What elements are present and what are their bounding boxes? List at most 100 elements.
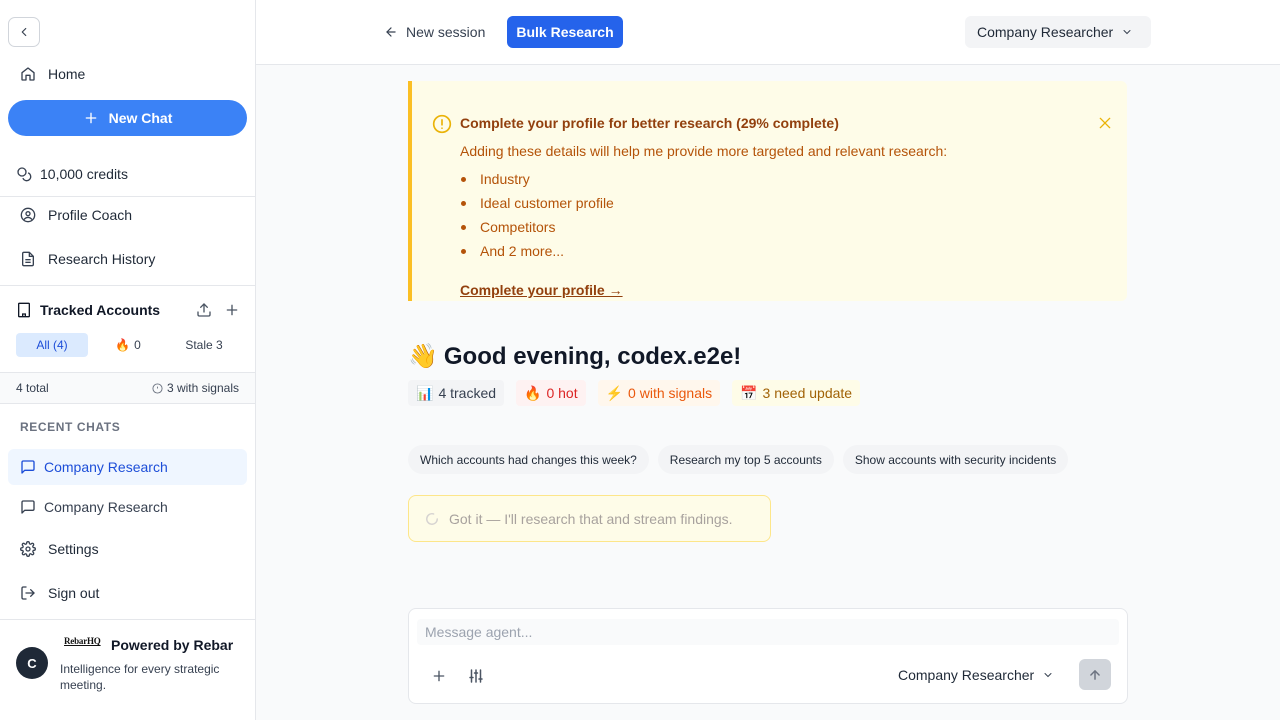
banner-title: Complete your profile for better researc… <box>460 115 839 131</box>
upload-icon[interactable] <box>196 302 212 318</box>
wave-icon: 👋 <box>408 343 438 370</box>
update-chip-label: 3 need update <box>762 385 853 401</box>
tracked-chip-label: 4 tracked <box>438 385 497 401</box>
filter-tab-all[interactable]: All (4) <box>16 333 88 357</box>
tracked-filter-tabs: All (4) 🔥 0 Stale 3 <box>16 333 240 357</box>
agent-select[interactable]: Company Researcher <box>965 16 1151 48</box>
sliders-icon[interactable] <box>467 667 485 685</box>
document-icon <box>22 251 34 267</box>
credits-display: 10,000 credits <box>16 164 128 184</box>
nav-profile-coach-label: Profile Coach <box>48 207 133 223</box>
collapse-sidebar-button[interactable] <box>8 17 40 47</box>
user-circle-icon <box>20 207 36 223</box>
recent-chat-item[interactable]: Company Research <box>8 489 247 525</box>
tracked-chip: 📊 4 tracked <box>408 380 505 406</box>
fire-icon: 🔥 <box>115 338 131 352</box>
signals-chip: ⚡ 0 with signals <box>597 380 721 406</box>
signals-count-label: 3 with signals <box>166 381 239 395</box>
recent-chat-label: Company Research <box>44 499 168 515</box>
alert-circle-icon <box>152 382 163 394</box>
gear-icon <box>20 541 36 557</box>
list-item: And 2 more... <box>460 243 614 267</box>
sidebar-footer: C RebarHQ Powered by Rebar Intelligence … <box>0 619 255 720</box>
arrow-up-icon <box>1090 669 1100 680</box>
signals-chip-label: 0 with signals <box>628 385 713 401</box>
sidebar: Home New Chat 10,000 credits Profile Coa… <box>0 0 256 720</box>
signals-count: 3 with signals <box>152 381 239 395</box>
banner-list: Industry Ideal customer profile Competit… <box>460 171 614 267</box>
tracked-accounts-title: Tracked Accounts <box>40 302 161 318</box>
message-input[interactable] <box>417 619 1119 645</box>
profile-banner: Complete your profile for better researc… <box>408 81 1127 301</box>
filter-tab-stale[interactable]: Stale 3 <box>168 333 240 357</box>
composer-agent-select[interactable]: Company Researcher <box>898 665 1054 685</box>
streaming-status: Got it — I'll research that and stream f… <box>408 495 771 542</box>
chevron-down-icon <box>1123 30 1131 35</box>
plus-icon <box>85 112 96 124</box>
suggestion-chip[interactable]: Research my top 5 accounts <box>657 445 834 474</box>
stats-chips: 📊 4 tracked 🔥 0 hot ⚡ 0 with signals 📅 3… <box>408 380 861 406</box>
chat-icon <box>21 460 35 474</box>
composer-agent-value: Company Researcher <box>898 667 1035 683</box>
divider <box>0 285 255 286</box>
message-composer: Company Researcher <box>408 608 1128 704</box>
powered-by-label: Powered by Rebar <box>111 637 234 653</box>
nav-profile-coach[interactable]: Profile Coach <box>8 197 248 233</box>
coins-icon <box>17 167 32 182</box>
filter-tab-hot-label: 0 <box>134 338 141 352</box>
list-item: Ideal customer profile <box>460 195 614 219</box>
list-item: Competitors <box>460 219 614 243</box>
new-chat-button[interactable]: New Chat <box>8 100 247 136</box>
hot-chip: 🔥 0 hot <box>516 380 586 406</box>
nav-research-history[interactable]: Research History <box>8 241 248 277</box>
list-item: Industry <box>460 171 614 195</box>
bulk-research-button[interactable]: Bulk Research <box>507 16 623 48</box>
new-session-label: New session <box>406 24 486 40</box>
tracked-accounts-header: Tracked Accounts <box>16 300 240 320</box>
suggestion-chip[interactable]: Show accounts with security incidents <box>842 445 1069 474</box>
greeting: 👋 Good evening, codex.e2e! <box>408 342 741 371</box>
attach-plus-icon[interactable] <box>431 668 447 684</box>
send-button[interactable] <box>1079 659 1111 690</box>
update-chip: 📅 3 need update <box>732 380 861 406</box>
agent-select-value: Company Researcher <box>977 24 1114 40</box>
recent-chat-label: Company Research <box>44 459 168 475</box>
avatar[interactable]: C <box>16 647 48 679</box>
topbar: New session Bulk Research Company Resear… <box>256 0 1280 65</box>
nav-research-history-label: Research History <box>48 251 156 267</box>
filter-tab-hot[interactable]: 🔥 0 <box>88 333 168 357</box>
building-icon <box>18 302 30 318</box>
banner-description: Adding these details will help me provid… <box>460 143 948 159</box>
nav-settings[interactable]: Settings <box>8 531 248 567</box>
tagline: Intelligence for every strategic meeting… <box>60 662 220 692</box>
hot-chip-label: 0 hot <box>546 385 578 401</box>
new-session-button[interactable]: New session <box>384 18 485 46</box>
credits-label: 10,000 credits <box>40 166 128 182</box>
tracked-stats-row: 4 total 3 with signals <box>0 372 255 404</box>
sign-out-icon <box>21 586 35 600</box>
home-icon <box>21 67 35 81</box>
nav-sign-out-label: Sign out <box>48 585 100 601</box>
suggestion-chip[interactable]: Which accounts had changes this week? <box>408 445 649 474</box>
nav-sign-out[interactable]: Sign out <box>8 575 248 611</box>
spinner-icon <box>426 512 438 525</box>
chevron-left-icon <box>21 27 27 37</box>
complete-profile-link[interactable]: Complete your profile → <box>460 282 623 298</box>
suggestion-list: Which accounts had changes this week? Re… <box>408 445 1069 474</box>
recent-chat-item[interactable]: Company Research <box>8 449 247 485</box>
nav-home[interactable]: Home <box>8 56 248 92</box>
calendar-icon: 📅 <box>740 384 758 401</box>
new-chat-label: New Chat <box>108 110 173 126</box>
chat-icon <box>21 500 35 514</box>
total-count: 4 total <box>16 381 49 395</box>
lightning-icon: ⚡ <box>605 384 624 401</box>
rebar-logo: RebarHQ <box>64 636 101 646</box>
fire-icon: 🔥 <box>524 384 542 401</box>
arrow-left-icon <box>386 27 396 37</box>
chevron-down-icon <box>1044 673 1052 678</box>
add-account-icon[interactable] <box>224 302 240 318</box>
nav-home-label: Home <box>48 66 86 82</box>
chart-icon: 📊 <box>416 384 434 401</box>
close-icon[interactable] <box>1097 115 1113 131</box>
status-text: Got it — I'll research that and stream f… <box>449 510 733 527</box>
